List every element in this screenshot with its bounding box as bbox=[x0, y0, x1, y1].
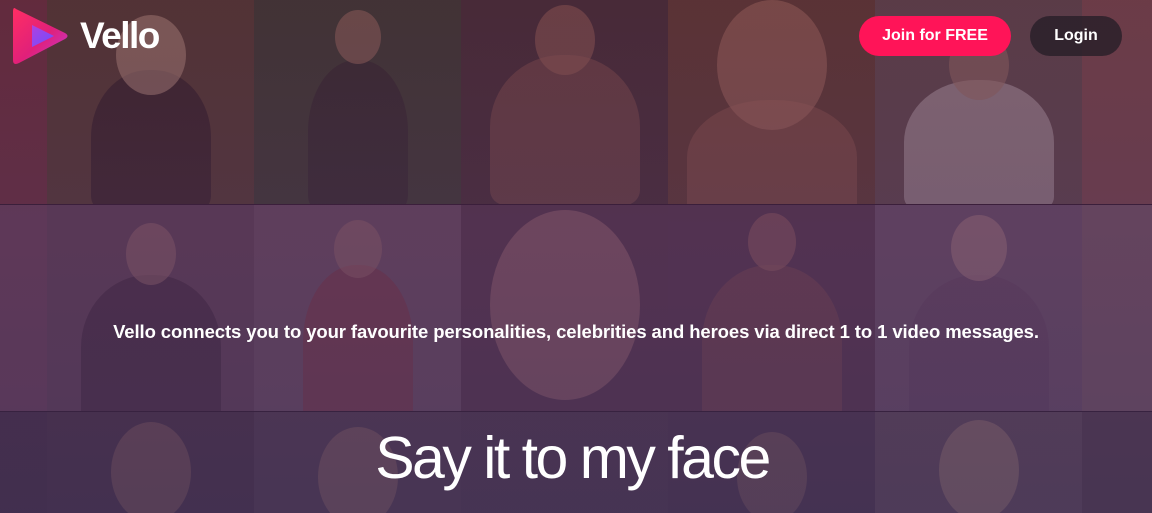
brand-name: Vello bbox=[80, 15, 160, 56]
hero-section: Vello Join for FREE Login Vello connects… bbox=[0, 0, 1152, 513]
login-button[interactable]: Login bbox=[1030, 16, 1122, 56]
vello-logo[interactable]: Vello bbox=[10, 3, 160, 69]
hero-tagline: Vello connects you to your favourite per… bbox=[113, 321, 1039, 342]
overlay-band bbox=[0, 205, 1152, 411]
play-logo-icon bbox=[13, 8, 68, 64]
hero-headline: Say it to my face bbox=[375, 425, 771, 491]
join-free-button[interactable]: Join for FREE bbox=[859, 16, 1011, 56]
